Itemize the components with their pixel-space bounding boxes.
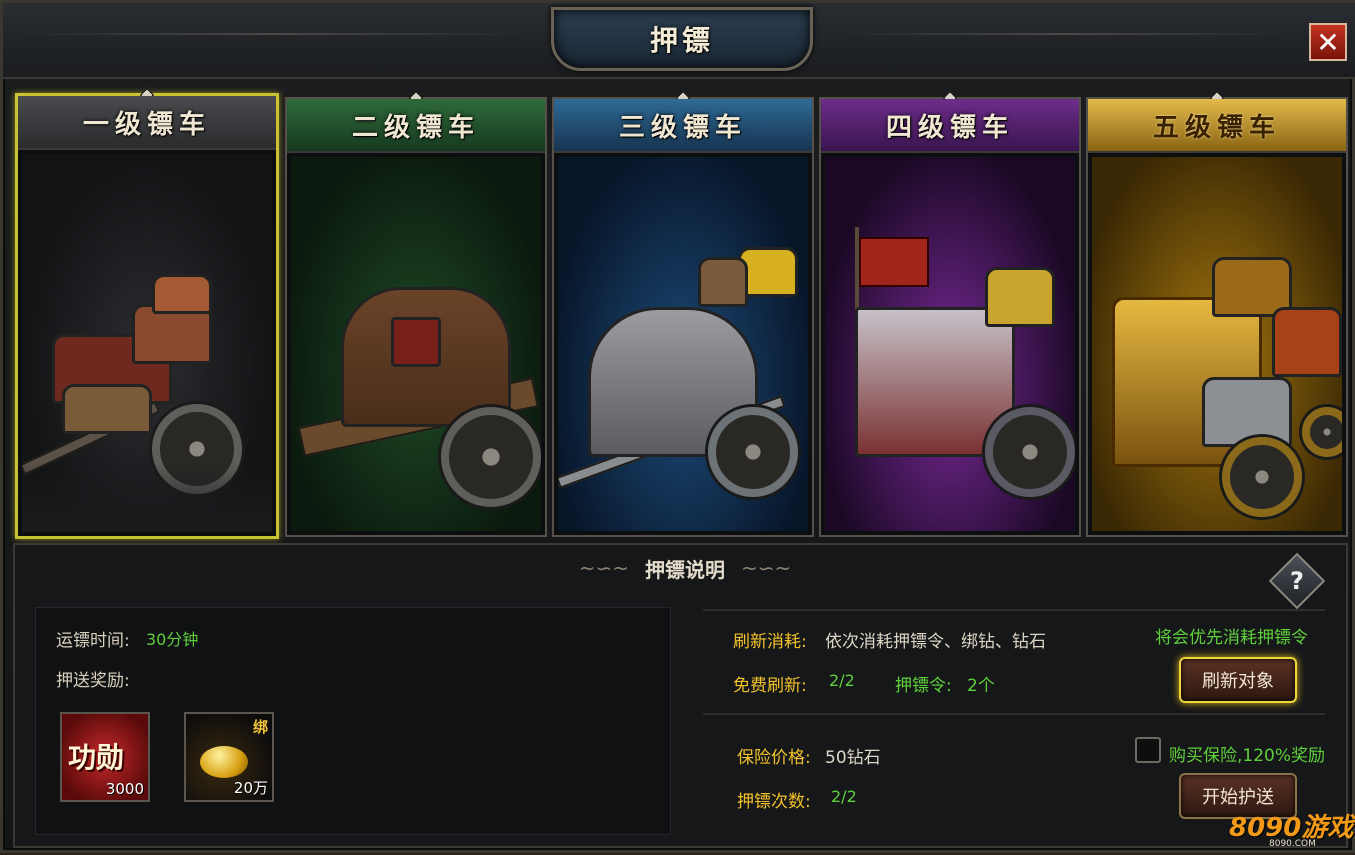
title-bar: 押镖 ✕: [3, 3, 1355, 79]
escort-window: 押镖 ✕ 一级镖车 二级镖车 三级镖车 四级镖车 五级镖车 ~∽~ 押镖说明 ~…: [0, 0, 1355, 853]
cart-card-header: 三级镖车: [554, 99, 812, 153]
window-title: 押镖: [649, 24, 714, 57]
insurance-price-value: 50钻石: [825, 748, 881, 768]
cart-art-level-3: [558, 157, 808, 531]
gold-ingot-icon: [200, 746, 248, 778]
cart-card-header: 一级镖车: [18, 96, 276, 150]
cart-card-header: 二级镖车: [287, 99, 545, 153]
reward-label: 押送奖励:: [56, 671, 130, 691]
reward-gold-qty: 20万: [233, 779, 268, 797]
cart-card-level-3[interactable]: 三级镖车: [552, 90, 814, 537]
cart-art-level-5: [1092, 157, 1342, 531]
cart-art-level-1: [22, 154, 272, 532]
free-refresh-label: 免费刷新:: [733, 676, 807, 696]
insurance-price-label: 保险价格:: [737, 748, 811, 768]
cart-card-header: 四级镖车: [821, 99, 1079, 153]
cart-image: [297, 227, 541, 527]
cart-image: [558, 227, 798, 527]
transport-time-label: 运镖时间:: [56, 631, 130, 651]
reward-merit-qty: 3000: [105, 780, 144, 798]
cart-art-level-2: [291, 157, 541, 531]
title-decoration-left: [23, 33, 523, 35]
cart-card-level-5[interactable]: 五级镖车: [1086, 90, 1348, 537]
priority-note: 将会优先消耗押镖令: [1155, 628, 1308, 648]
escort-token-label: 押镖令:: [895, 676, 952, 696]
escort-count-value: 2/2: [831, 787, 857, 806]
cart-level-label: 一级镖车: [82, 109, 211, 140]
cart-card-header: 五级镖车: [1088, 99, 1346, 153]
cart-card-level-2[interactable]: 二级镖车: [285, 90, 547, 537]
cart-level-label: 三级镖车: [618, 112, 747, 143]
title-decoration-right: [843, 33, 1283, 35]
refresh-cost-label: 刷新消耗:: [733, 632, 807, 652]
reward-gold-slot[interactable]: 绑 20万: [184, 712, 274, 802]
close-button[interactable]: ✕: [1309, 23, 1347, 61]
ornament-left-icon: ~∽~: [578, 556, 629, 580]
title-plaque: 押镖: [551, 7, 813, 71]
bound-tag: 绑: [252, 718, 268, 736]
cart-art-level-4: [825, 157, 1075, 531]
cart-image: [1112, 227, 1342, 527]
help-button[interactable]: ?: [1268, 552, 1326, 610]
merit-icon: 功勋: [68, 741, 125, 774]
transport-time-value: 30分钟: [146, 630, 199, 649]
cart-image: [845, 227, 1075, 527]
free-refresh-value: 2/2: [829, 671, 855, 690]
escort-count-label: 押镖次数:: [737, 792, 811, 812]
refresh-cost-value: 依次消耗押镖令、绑钻、钻石: [825, 632, 1046, 652]
info-panel-title: 押镖说明: [645, 557, 725, 582]
cart-level-label: 五级镖车: [1152, 112, 1281, 143]
reward-info-box: 运镖时间: 30分钟 押送奖励: 功勋 3000 绑 20万: [35, 607, 671, 835]
refresh-target-label: 刷新对象: [1202, 671, 1274, 692]
ornament-right-icon: ~∽~: [741, 556, 792, 580]
cart-card-level-1[interactable]: 一级镖车: [15, 87, 279, 539]
escort-info-panel: ~∽~ 押镖说明 ~∽~ ? 运镖时间: 30分钟 押送奖励: 功勋 3000 …: [13, 543, 1348, 848]
buy-insurance-label: 购买保险,120%奖励: [1169, 746, 1326, 766]
cart-level-label: 二级镖车: [351, 112, 480, 143]
close-icon: ✕: [1316, 25, 1340, 59]
buy-insurance-checkbox[interactable]: [1135, 737, 1161, 763]
watermark-sub: 8090.COM: [1269, 839, 1316, 849]
cart-level-label: 四级镖车: [885, 112, 1014, 143]
escort-token-value: 2个: [967, 676, 995, 696]
site-watermark-logo: 8090游戏 8090.COM: [1229, 799, 1355, 855]
refresh-target-button[interactable]: 刷新对象: [1179, 657, 1297, 703]
reward-merit-slot[interactable]: 功勋 3000: [60, 712, 150, 802]
question-icon: ?: [1290, 567, 1304, 595]
cart-card-level-4[interactable]: 四级镖车: [819, 90, 1081, 537]
info-panel-header: ~∽~ 押镖说明 ~∽~: [485, 553, 885, 583]
